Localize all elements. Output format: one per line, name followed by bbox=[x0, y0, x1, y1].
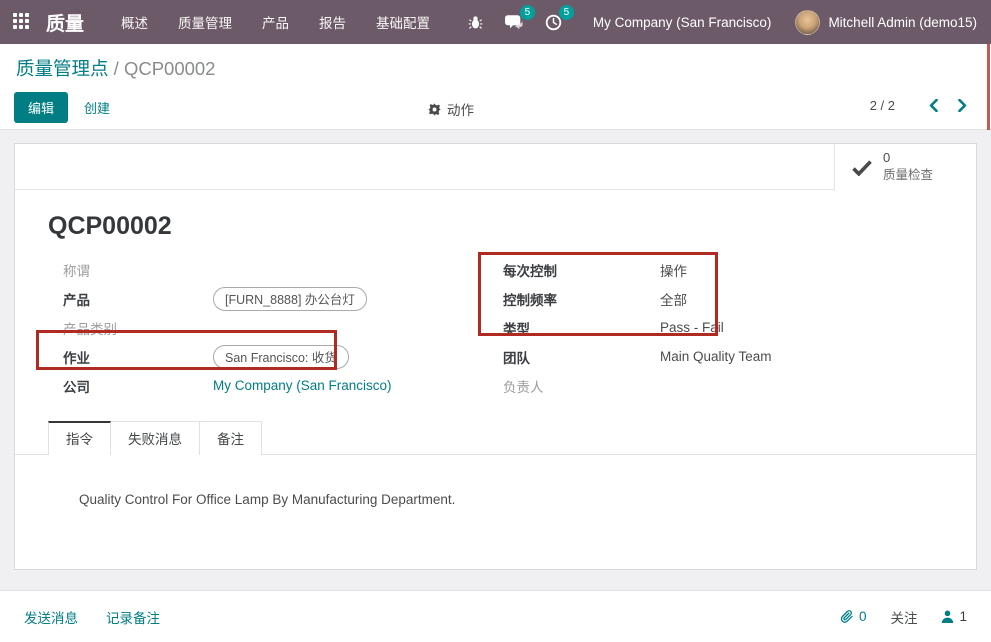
field-title: 称谓 bbox=[63, 255, 496, 284]
pager: 2 / 2 bbox=[870, 98, 977, 113]
attachment-count: 0 bbox=[859, 609, 867, 624]
action-menu-label: 动作 bbox=[447, 99, 474, 119]
activities-badge: 5 bbox=[559, 5, 574, 20]
field-operation: 作业 San Francisco: 收货 bbox=[63, 342, 496, 371]
chatter-tools: 0 关注 1 bbox=[840, 607, 967, 627]
control-panel-buttons: 编辑 创建 bbox=[14, 92, 110, 123]
menu-reporting[interactable]: 报告 bbox=[304, 0, 361, 44]
tab-failure-message[interactable]: 失败消息 bbox=[111, 421, 200, 455]
topbar-right: 5 5 My Company (San Francisco) Mitchell … bbox=[457, 0, 991, 44]
send-message-button[interactable]: 发送消息 bbox=[24, 607, 78, 627]
field-column-right: 每次控制 操作 控制频率 全部 类型 Pass - Fail 团队 Main Q… bbox=[496, 255, 929, 400]
messages-badge: 5 bbox=[520, 5, 535, 20]
apps-grid-icon[interactable] bbox=[13, 13, 31, 31]
field-type: 类型 Pass - Fail bbox=[503, 313, 929, 342]
team-value[interactable]: Main Quality Team bbox=[660, 349, 772, 364]
check-icon bbox=[851, 159, 873, 176]
quality-checks-stat-button[interactable]: 0 质量检查 bbox=[834, 144, 976, 190]
pager-count: 2 / 2 bbox=[870, 98, 895, 113]
menu-configuration[interactable]: 基础配置 bbox=[361, 0, 445, 44]
menu-overview[interactable]: 概述 bbox=[106, 0, 163, 44]
breadcrumb-parent[interactable]: 质量管理点 bbox=[16, 58, 109, 79]
stat-button-row: 0 质量检查 bbox=[15, 144, 976, 190]
notebook: 指令 失败消息 备注 Quality Control For Office La… bbox=[15, 421, 976, 507]
field-control-per: 每次控制 操作 bbox=[503, 255, 929, 284]
create-button[interactable]: 创建 bbox=[84, 98, 110, 117]
field-product-category: 产品类别 bbox=[63, 313, 496, 342]
breadcrumb: 质量管理点 / QCP00002 bbox=[16, 55, 215, 81]
follow-button[interactable]: 关注 bbox=[890, 607, 917, 627]
chatter-bar: 发送消息 记录备注 0 关注 1 bbox=[0, 590, 991, 642]
field-team: 团队 Main Quality Team bbox=[503, 342, 929, 371]
person-icon bbox=[941, 610, 954, 623]
paperclip-icon bbox=[840, 610, 854, 624]
menu-quality-control[interactable]: 质量管理 bbox=[163, 0, 247, 44]
top-navbar: 质量 概述 质量管理 产品 报告 基础配置 5 5 My Company (Sa… bbox=[0, 0, 991, 44]
followers-button[interactable]: 1 bbox=[941, 609, 967, 624]
page: 质量 概述 质量管理 产品 报告 基础配置 5 5 My Company (Sa… bbox=[0, 0, 991, 642]
user-menu[interactable]: Mitchell Admin (demo15) bbox=[828, 15, 977, 30]
field-product: 产品 [FURN_8888] 办公台灯 bbox=[63, 284, 496, 313]
field-responsible: 负责人 bbox=[503, 371, 929, 400]
field-company: 公司 My Company (San Francisco) bbox=[63, 371, 496, 400]
messages-icon[interactable]: 5 bbox=[494, 0, 534, 44]
form-sheet: 0 质量检查 QCP00002 称谓 产品 [FURN_8888] 办公台灯 产… bbox=[14, 143, 977, 570]
product-tag[interactable]: [FURN_8888] 办公台灯 bbox=[213, 287, 367, 311]
breadcrumb-separator: / bbox=[114, 58, 124, 79]
gear-icon bbox=[428, 103, 441, 116]
tab-notes[interactable]: 备注 bbox=[200, 421, 262, 455]
stat-value: 0 bbox=[883, 150, 933, 167]
field-control-frequency: 控制频率 全部 bbox=[503, 284, 929, 313]
annotation-edge-line bbox=[987, 44, 990, 130]
activities-clock-icon[interactable]: 5 bbox=[534, 0, 573, 44]
record-title: QCP00002 bbox=[48, 212, 976, 241]
log-note-button[interactable]: 记录备注 bbox=[106, 607, 160, 627]
pager-next-icon[interactable] bbox=[948, 99, 977, 112]
field-group: 称谓 产品 [FURN_8888] 办公台灯 产品类别 作业 San Franc… bbox=[63, 255, 976, 400]
debug-bug-icon[interactable] bbox=[457, 0, 494, 44]
edit-button[interactable]: 编辑 bbox=[14, 92, 68, 123]
breadcrumb-current: QCP00002 bbox=[124, 58, 216, 79]
instructions-text: Quality Control For Office Lamp By Manuf… bbox=[15, 455, 976, 507]
tab-bar: 指令 失败消息 备注 bbox=[15, 421, 976, 455]
follower-count: 1 bbox=[959, 609, 967, 624]
chatter-buttons: 发送消息 记录备注 bbox=[24, 607, 160, 627]
tab-instructions[interactable]: 指令 bbox=[48, 421, 111, 455]
pager-previous-icon[interactable] bbox=[919, 99, 948, 112]
operation-tag[interactable]: San Francisco: 收货 bbox=[213, 345, 349, 369]
app-name[interactable]: 质量 bbox=[46, 9, 84, 36]
menu-products[interactable]: 产品 bbox=[247, 0, 304, 44]
company-link[interactable]: My Company (San Francisco) bbox=[213, 378, 392, 393]
company-switcher[interactable]: My Company (San Francisco) bbox=[593, 15, 772, 30]
action-menu-button[interactable]: 动作 bbox=[428, 99, 474, 119]
field-column-left: 称谓 产品 [FURN_8888] 办公台灯 产品类别 作业 San Franc… bbox=[63, 255, 496, 400]
attachments-button[interactable]: 0 bbox=[840, 609, 867, 624]
user-avatar[interactable] bbox=[795, 10, 820, 35]
control-panel: 质量管理点 / QCP00002 编辑 创建 动作 2 / 2 bbox=[0, 44, 991, 130]
stat-label: 质量检查 bbox=[883, 167, 933, 183]
